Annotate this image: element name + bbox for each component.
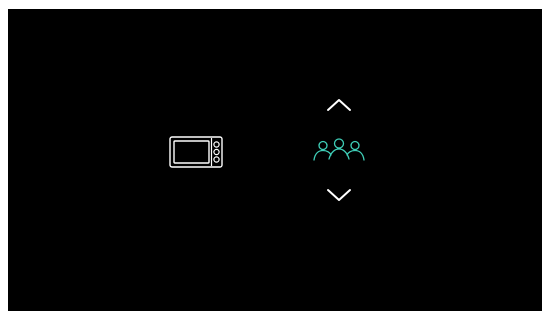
people-group-icon[interactable] [311,137,367,165]
chevron-up-icon[interactable] [326,97,352,113]
appliance-screen [8,9,542,311]
microwave-icon [169,136,223,168]
chevron-down-icon[interactable] [326,187,352,203]
